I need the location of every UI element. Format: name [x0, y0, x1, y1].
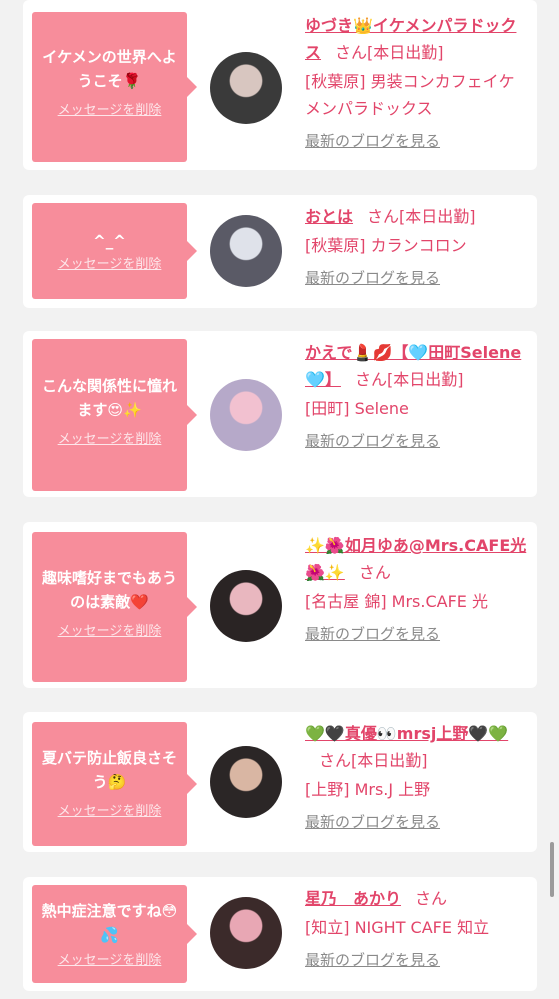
cast-name-link[interactable]: 星乃 あかり — [305, 889, 401, 908]
status-badge: [本日出勤] — [367, 43, 444, 62]
message-bubble: 趣味嗜好までもあうのは素敵❤️ メッセージを削除 — [32, 532, 197, 682]
shop-label: [秋葉原] 男装コンカフェイケメンパラドックス — [305, 72, 515, 118]
message-text: 熱中症注意ですね😳💦 — [41, 902, 178, 944]
honorific: さん — [358, 563, 391, 582]
delete-message-link[interactable]: メッセージを削除 — [38, 432, 181, 448]
message-card: ^_^ メッセージを削除 おとは さん[本日出勤] [秋葉原] カランコロン 最新… — [23, 195, 537, 308]
cast-name-link[interactable]: おとは — [305, 207, 353, 226]
shop-label: [名古屋 錦] Mrs.CAFE 光 — [305, 592, 488, 611]
message-bubble: こんな関係性に憧れます😍✨ メッセージを削除 — [32, 339, 197, 491]
honorific: さん — [354, 370, 387, 389]
delete-message-link[interactable]: メッセージを削除 — [38, 953, 181, 969]
message-bubble: 夏バテ防止飯良さそう🤔 メッセージを削除 — [32, 722, 197, 846]
blog-link[interactable]: 最新のブログを見る — [305, 267, 527, 288]
scrollbar[interactable] — [550, 842, 554, 897]
cast-name-link[interactable]: ✨🌺如月ゆあ@Mrs.CAFE光🌺✨ — [305, 536, 526, 582]
message-card: 夏バテ防止飯良さそう🤔 メッセージを削除 💚🖤真優👀mrsj上野🖤💚 さん[本日出… — [23, 712, 537, 852]
avatar[interactable] — [210, 52, 282, 124]
message-card: イケメンの世界へようこそ🌹 メッセージを削除 ゆづき👑イケメンパラドックス さん[… — [23, 0, 537, 170]
status-badge: [本日出勤] — [351, 751, 428, 770]
blog-link[interactable]: 最新のブログを見る — [305, 130, 527, 151]
blog-link[interactable]: 最新のブログを見る — [305, 623, 527, 644]
message-bubble: ^_^ メッセージを削除 — [32, 203, 197, 299]
shop-label: [秋葉原] カランコロン — [305, 236, 467, 255]
cast-name-link[interactable]: 💚🖤真優👀mrsj上野🖤💚 — [305, 724, 508, 743]
message-text: 夏バテ防止飯良さそう🤔 — [41, 749, 177, 791]
message-bubble: イケメンの世界へようこそ🌹 メッセージを削除 — [32, 12, 197, 162]
message-card: こんな関係性に憧れます😍✨ メッセージを削除 かえで💄💋【🩵田町Selene🩵】… — [23, 331, 537, 497]
message-card: 熱中症注意ですね😳💦 メッセージを削除 星乃 あかり さん [知立] NIGHT … — [23, 877, 537, 991]
honorific: さん — [415, 889, 448, 908]
message-card: 趣味嗜好までもあうのは素敵❤️ メッセージを削除 ✨🌺如月ゆあ@Mrs.CAFE… — [23, 522, 537, 688]
message-text: ^_^ — [93, 232, 126, 250]
shop-label: [田町] Selene — [305, 399, 409, 418]
avatar[interactable] — [210, 379, 282, 451]
honorific: さん — [335, 43, 368, 62]
delete-message-link[interactable]: メッセージを削除 — [38, 103, 181, 119]
message-text: 趣味嗜好までもあうのは素敵❤️ — [41, 569, 177, 611]
delete-message-link[interactable]: メッセージを削除 — [38, 804, 181, 820]
message-text: こんな関係性に憧れます😍✨ — [41, 377, 177, 419]
delete-message-link[interactable]: メッセージを削除 — [38, 257, 181, 273]
message-text: イケメンの世界へようこそ🌹 — [42, 48, 177, 90]
honorific: さん — [367, 207, 400, 226]
status-badge: [本日出勤] — [386, 370, 464, 389]
status-badge: [本日出勤] — [399, 207, 476, 226]
shop-label: [知立] NIGHT CAFE 知立 — [305, 918, 490, 937]
message-bubble: 熱中症注意ですね😳💦 メッセージを削除 — [32, 885, 197, 983]
avatar[interactable] — [210, 570, 282, 642]
avatar[interactable] — [210, 897, 282, 969]
blog-link[interactable]: 最新のブログを見る — [305, 430, 527, 451]
blog-link[interactable]: 最新のブログを見る — [305, 811, 527, 832]
honorific: さん — [319, 751, 352, 770]
avatar[interactable] — [210, 215, 282, 287]
delete-message-link[interactable]: メッセージを削除 — [38, 624, 181, 640]
blog-link[interactable]: 最新のブログを見る — [305, 949, 527, 970]
shop-label: [上野] Mrs.J 上野 — [305, 780, 431, 799]
avatar[interactable] — [210, 746, 282, 818]
